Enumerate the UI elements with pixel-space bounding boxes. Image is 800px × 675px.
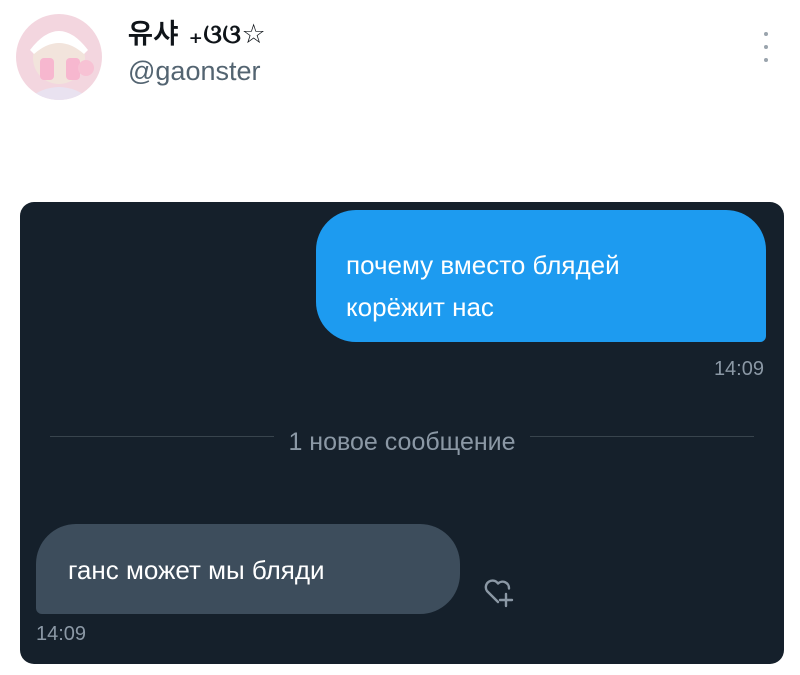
- incoming-message-bubble[interactable]: ганс может мы бляди: [36, 524, 460, 614]
- display-name[interactable]: 유샤 ₊ଓଓ☆: [128, 12, 266, 51]
- profile-header: 유샤 ₊ଓଓ☆ @gaonster: [0, 0, 800, 120]
- more-vertical-icon[interactable]: [758, 32, 774, 62]
- outgoing-message-line: корёжит нас: [346, 292, 494, 322]
- incoming-message-text: ганс может мы бляди: [68, 555, 325, 585]
- outgoing-message-time: 14:09: [713, 358, 764, 380]
- outgoing-message-line: почему вместо блядей: [346, 250, 620, 280]
- incoming-message-time: 14:09: [36, 623, 87, 645]
- dm-conversation: почему вместо блядей корёжит нас 14:09 1…: [20, 202, 784, 664]
- heart-add-icon[interactable]: [480, 574, 516, 610]
- user-handle[interactable]: @gaonster: [128, 56, 260, 87]
- new-messages-label: 1 новое сообщение: [274, 428, 530, 456]
- avatar[interactable]: [16, 14, 102, 100]
- outgoing-message-bubble[interactable]: почему вместо блядей корёжит нас: [316, 210, 766, 342]
